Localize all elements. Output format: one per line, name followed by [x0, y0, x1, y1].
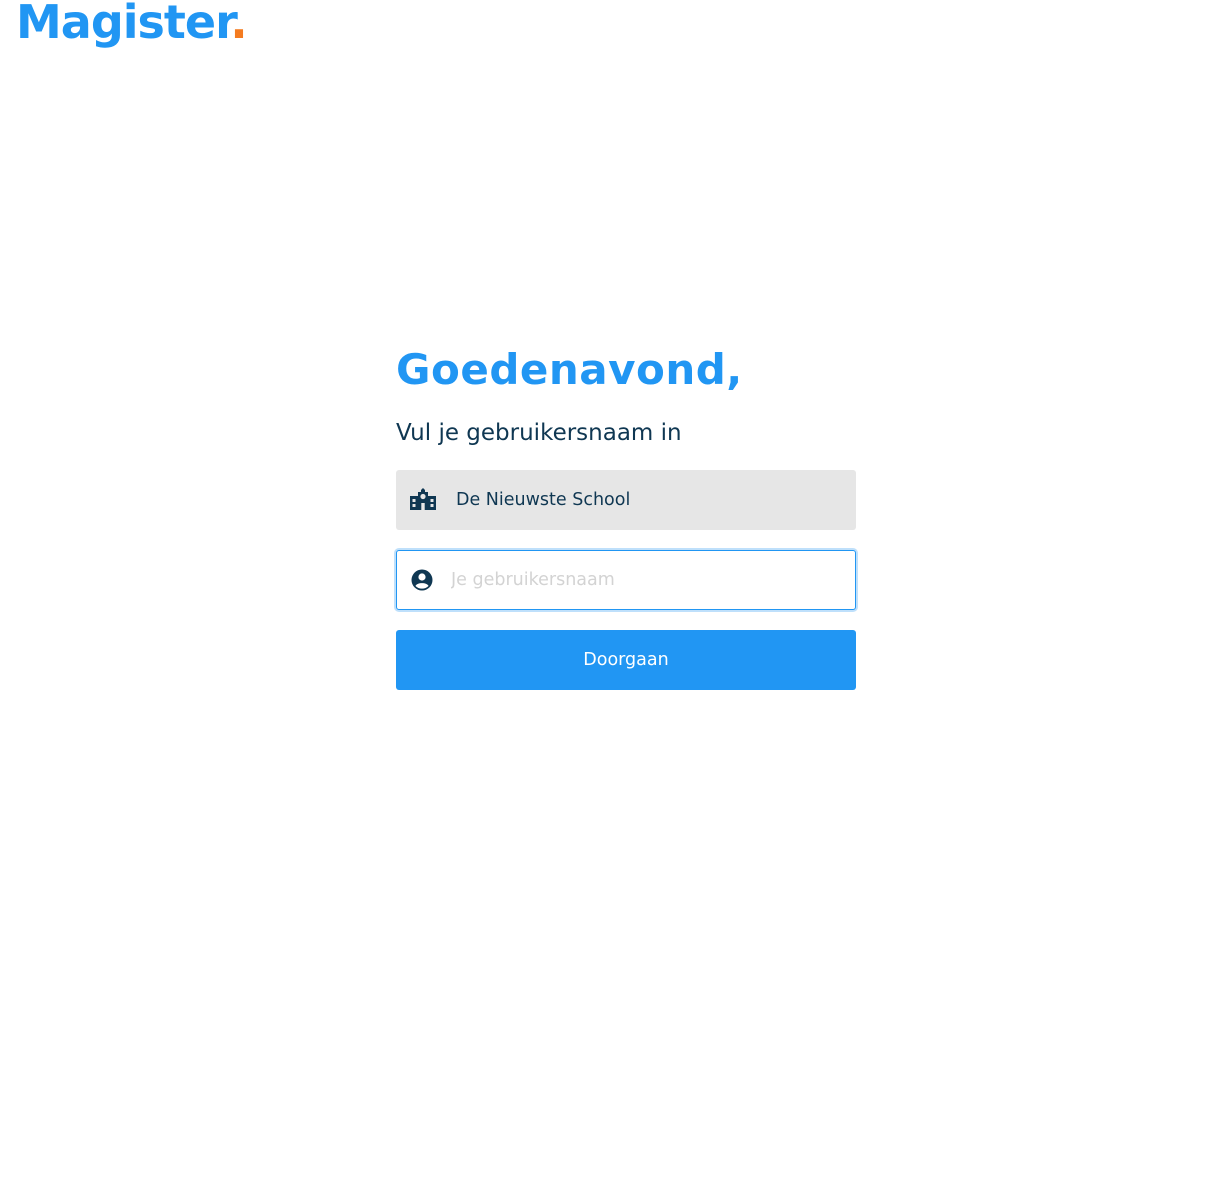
username-field[interactable]	[396, 550, 856, 610]
school-building-icon	[410, 488, 436, 510]
login-subtitle: Vul je gebruikersnaam in	[396, 420, 682, 446]
magister-logo: Magister.	[16, 0, 248, 50]
username-input[interactable]	[451, 551, 841, 609]
logo-text: Magister	[16, 0, 231, 49]
school-name: De Nieuwste School	[456, 490, 631, 510]
login-panel: Goedenavond, Vul je gebruikersnaam in De…	[396, 340, 856, 690]
account-circle-icon	[411, 569, 433, 591]
greeting-heading: Goedenavond,	[396, 345, 743, 394]
continue-button[interactable]: Doorgaan	[396, 630, 856, 690]
school-field[interactable]: De Nieuwste School	[396, 470, 856, 530]
logo-dot: .	[230, 0, 248, 49]
